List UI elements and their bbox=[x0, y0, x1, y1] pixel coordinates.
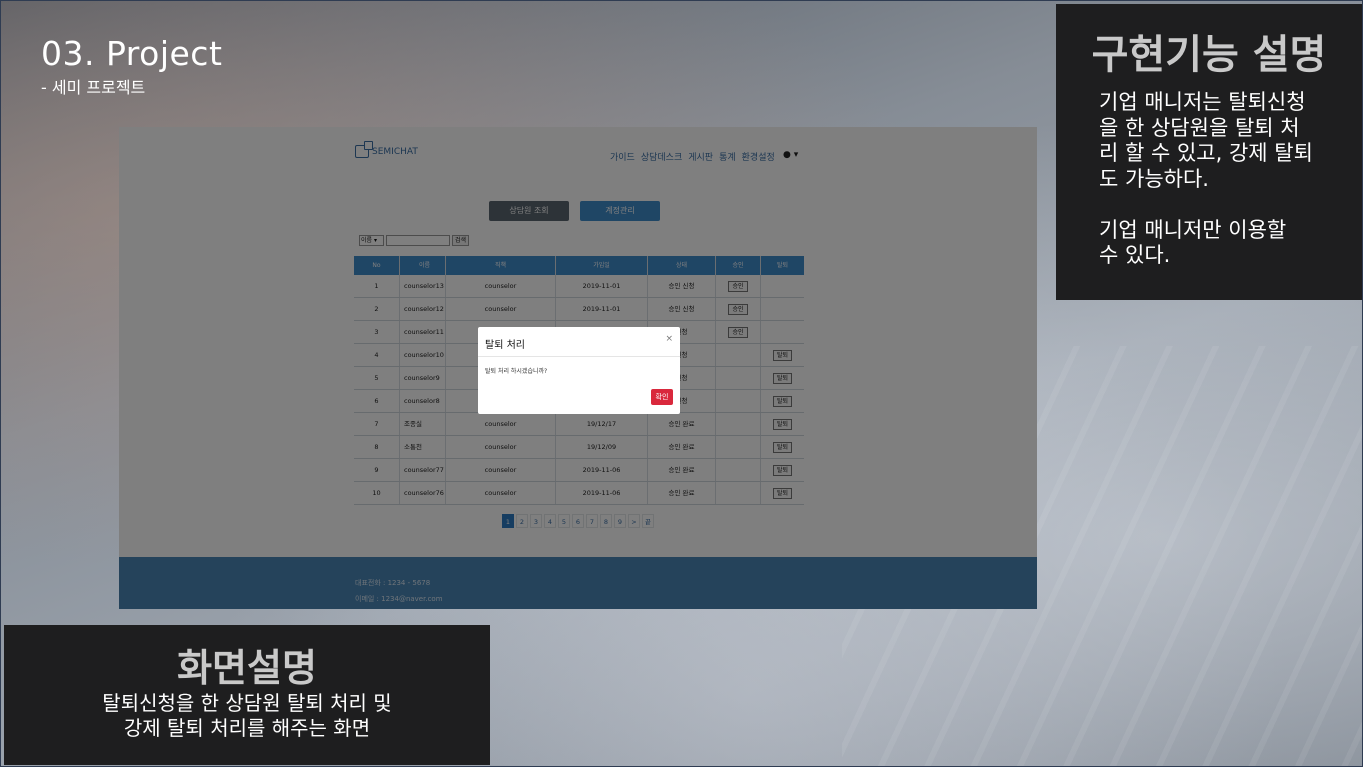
screen-description-panel: 화면설명 탈퇴신청을 한 상담원 탈퇴 처리 및 강제 탈퇴 처리를 해주는 화… bbox=[4, 625, 490, 765]
modal-title: 탈퇴 처리 bbox=[485, 340, 525, 351]
modal-header: 탈퇴 처리 × bbox=[478, 327, 680, 357]
modal-message: 탈퇴 처리 하시겠습니까? bbox=[485, 368, 548, 375]
screen-description-body: 탈퇴신청을 한 상담원 탈퇴 처리 및 강제 탈퇴 처리를 해주는 화면 bbox=[102, 691, 392, 740]
slide-subtitle: - 세미 프로젝트 bbox=[41, 78, 146, 97]
app-screenshot: SEMICHAT 가이드 상담데스크 게시판 통계 환경설정 ● ▾ 상담원 조… bbox=[119, 127, 1037, 609]
feature-description-panel: 구현기능 설명 기업 매니저는 탈퇴신청 을 한 상담원을 탈퇴 처 리 할 수… bbox=[1056, 4, 1362, 300]
slide-title: 03. Project bbox=[41, 34, 223, 73]
screen-description-title: 화면설명 bbox=[177, 646, 317, 690]
feature-description-body: 기업 매니저는 탈퇴신청 을 한 상담원을 탈퇴 처 리 할 수 있고, 강제 … bbox=[1099, 90, 1313, 267]
feature-description-title: 구현기능 설명 bbox=[1091, 32, 1327, 78]
confirm-button[interactable]: 확인 bbox=[651, 389, 673, 405]
withdraw-modal: 탈퇴 처리 × 탈퇴 처리 하시겠습니까? 확인 bbox=[478, 327, 680, 414]
close-icon[interactable]: × bbox=[665, 334, 673, 344]
